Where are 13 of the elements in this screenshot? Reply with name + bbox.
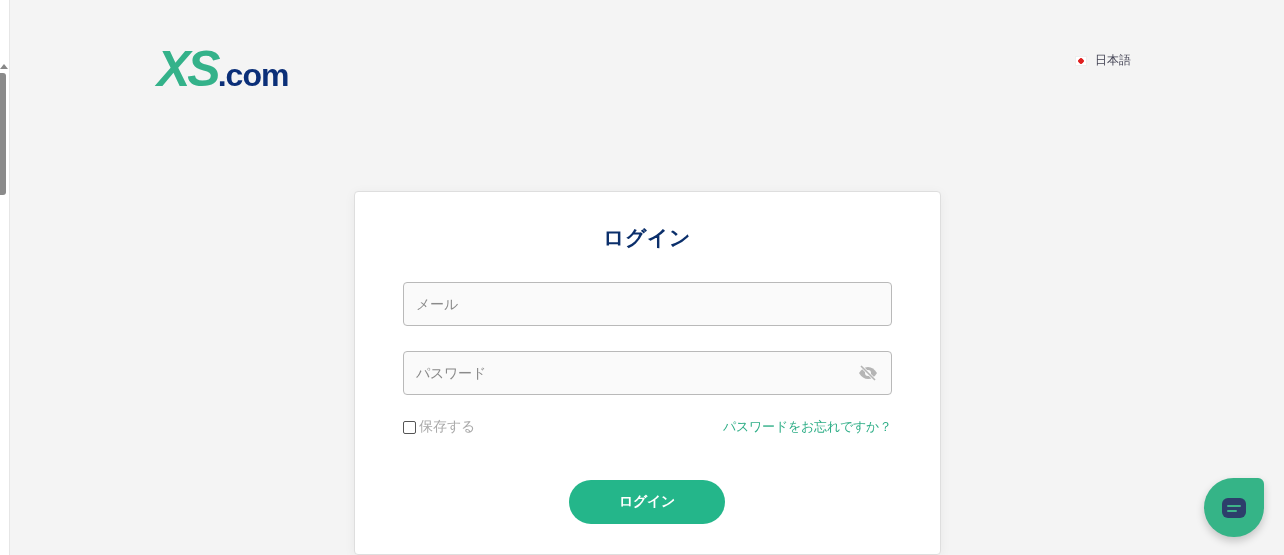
logo[interactable]: XS.com xyxy=(157,44,289,94)
chat-icon xyxy=(1222,497,1246,518)
password-field[interactable]: パスワード xyxy=(402,351,892,395)
email-field[interactable]: メール xyxy=(402,282,892,326)
flag-icon[interactable] xyxy=(1075,55,1087,66)
scrollbar-thumb[interactable] xyxy=(0,73,6,195)
remember-label[interactable]: 保存する xyxy=(418,418,475,436)
form-title: ログイン xyxy=(602,225,692,252)
login-button[interactable]: ログイン xyxy=(569,480,725,524)
forgot-password-link[interactable]: パスワードをお忘れですか？ xyxy=(722,418,892,436)
chat-button[interactable] xyxy=(1204,478,1264,537)
language-selector[interactable]: 日本語 xyxy=(1095,52,1131,69)
remember-checkbox[interactable] xyxy=(402,420,416,434)
